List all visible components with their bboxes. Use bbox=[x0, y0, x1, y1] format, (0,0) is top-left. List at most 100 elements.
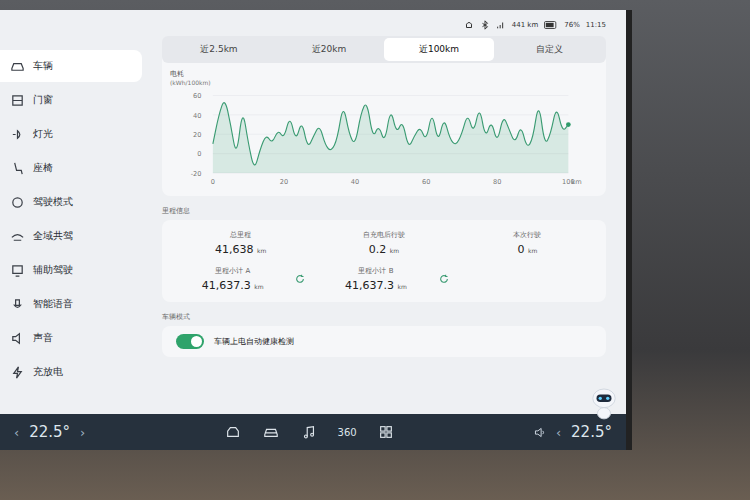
menu-icon bbox=[10, 59, 25, 74]
mileage-cell: 自充电后行驶 0.2 km bbox=[319, 230, 448, 256]
sidebar-item[interactable]: 辅助驾驶 bbox=[0, 254, 142, 286]
music-icon bbox=[301, 424, 317, 440]
menu-icon bbox=[10, 161, 25, 176]
mileage-cell: 里程小计 B 41,637.3 km bbox=[319, 266, 448, 292]
tab[interactable]: 近20km bbox=[274, 38, 384, 61]
sidebar-item[interactable]: 驾驶模式 bbox=[0, 186, 142, 218]
mileage-cell: 总里程 41,638 km bbox=[176, 230, 305, 256]
x-tick: 80 bbox=[493, 178, 501, 186]
series-point bbox=[566, 122, 571, 127]
y-tick: 60 bbox=[193, 92, 201, 100]
menu-icon bbox=[10, 331, 25, 346]
series-line bbox=[213, 103, 568, 165]
signal-icon bbox=[496, 20, 506, 30]
bluetooth-icon bbox=[480, 20, 490, 30]
toggle-label: 车辆上电自动健康检测 bbox=[214, 336, 294, 347]
x-tick: 40 bbox=[351, 178, 359, 186]
dock-item[interactable]: 360 bbox=[338, 423, 357, 441]
x-unit: km bbox=[571, 178, 581, 186]
y-tick: 40 bbox=[193, 112, 201, 120]
temp-down-button[interactable]: ‹ bbox=[556, 425, 561, 440]
sidebar-item[interactable]: 智能语音 bbox=[0, 288, 142, 320]
bottom-bar: ‹ 22.5° › 360 ‹ 22.5° bbox=[0, 414, 626, 450]
assistant-avatar[interactable] bbox=[590, 386, 618, 420]
car-front-icon bbox=[225, 424, 241, 440]
mileage-label: 总里程 bbox=[230, 230, 251, 240]
dock-item[interactable] bbox=[262, 423, 280, 441]
sidebar: 车辆 门窗 灯光 座椅 驾驶模式 全域共驾 辅助驾驶 智能语音 声音 充放电 bbox=[0, 10, 150, 414]
section-title: 车辆模式 bbox=[162, 312, 606, 322]
climate-right: ‹ 22.5° bbox=[533, 423, 612, 441]
tab[interactable]: 近100km bbox=[384, 38, 494, 61]
view360-label: 360 bbox=[338, 427, 357, 438]
mileage-value: 41,637.3 km bbox=[345, 279, 407, 292]
mileage-label: 里程小计 A bbox=[215, 266, 250, 276]
mileage-card: 总里程 41,638 km 自充电后行驶 0.2 km 本次行驶 0 km 里程… bbox=[162, 220, 606, 302]
menu-icon bbox=[10, 195, 25, 210]
sidebar-item[interactable]: 门窗 bbox=[0, 84, 142, 116]
screen: 车辆 门窗 灯光 座椅 驾驶模式 全域共驾 辅助驾驶 智能语音 声音 充放电 4… bbox=[0, 10, 632, 450]
y-tick: 20 bbox=[193, 131, 201, 139]
menu-icon bbox=[10, 365, 25, 380]
dock-item[interactable] bbox=[224, 423, 242, 441]
consumption-chart: 6040200-20020406080100km bbox=[170, 86, 598, 190]
tab[interactable]: 近2.5km bbox=[164, 38, 274, 61]
mileage-cell: 里程小计 A 41,637.3 km bbox=[176, 266, 305, 292]
content: 441 km 76% 11:15 近2.5km近20km近100km自定义 电耗… bbox=[150, 10, 626, 414]
consumption-card: 近2.5km近20km近100km自定义 电耗 (kWh/100km) 60 40… bbox=[162, 36, 606, 196]
climate-left: ‹ 22.5° › bbox=[14, 423, 85, 441]
reset-icon[interactable] bbox=[439, 274, 449, 284]
mileage-label: 自充电后行驶 bbox=[363, 230, 405, 240]
clock: 11:15 bbox=[586, 21, 606, 29]
x-tick: 20 bbox=[280, 178, 288, 186]
mileage-cell: 本次行驶 0 km bbox=[463, 230, 592, 256]
sidebar-item[interactable]: 车辆 bbox=[0, 50, 142, 82]
car-icon bbox=[263, 424, 279, 440]
battery-text: 76% bbox=[564, 21, 580, 29]
menu-icon bbox=[10, 229, 25, 244]
temp-right: 22.5° bbox=[571, 423, 612, 441]
apps-icon bbox=[378, 424, 394, 440]
menu-icon bbox=[10, 263, 25, 278]
car-display: 车辆 门窗 灯光 座椅 驾驶模式 全域共驾 辅助驾驶 智能语音 声音 充放电 4… bbox=[0, 0, 750, 500]
sidebar-item[interactable]: 全域共驾 bbox=[0, 220, 142, 252]
section-title: 里程信息 bbox=[162, 206, 606, 216]
chart-title: 电耗 bbox=[170, 69, 598, 79]
dock-item[interactable] bbox=[300, 423, 318, 441]
sidebar-item[interactable]: 声音 bbox=[0, 322, 142, 354]
dock: 360 bbox=[224, 423, 395, 441]
tab[interactable]: 自定义 bbox=[494, 38, 604, 61]
y-tick: -20 bbox=[191, 170, 202, 178]
x-tick: 60 bbox=[422, 178, 430, 186]
grid-line bbox=[213, 95, 568, 96]
volume-icon[interactable] bbox=[533, 426, 546, 439]
chart-unit: (kWh/100km) bbox=[170, 79, 598, 86]
dock-item[interactable] bbox=[377, 423, 395, 441]
temp-left: 22.5° bbox=[29, 423, 70, 441]
mileage-value: 0.2 km bbox=[369, 243, 399, 256]
sidebar-item[interactable]: 座椅 bbox=[0, 152, 142, 184]
series-area bbox=[213, 103, 568, 173]
mileage-label: 本次行驶 bbox=[513, 230, 541, 240]
y-tick: 0 bbox=[197, 150, 201, 158]
temp-up-button[interactable]: › bbox=[80, 425, 85, 440]
temp-down-button[interactable]: ‹ bbox=[14, 425, 19, 440]
sidebar-item[interactable]: 灯光 bbox=[0, 118, 142, 150]
menu-icon bbox=[10, 93, 25, 108]
mileage-value: 0 km bbox=[517, 243, 537, 256]
range-tabs: 近2.5km近20km近100km自定义 bbox=[162, 36, 606, 63]
reset-icon[interactable] bbox=[295, 274, 305, 284]
menu-icon bbox=[10, 127, 25, 142]
mileage-value: 41,638 km bbox=[215, 243, 266, 256]
sidebar-item[interactable]: 充放电 bbox=[0, 356, 142, 388]
status-bar: 441 km 76% 11:15 bbox=[162, 10, 606, 36]
robot-icon bbox=[590, 386, 618, 420]
mileage-value: 41,637.3 km bbox=[202, 279, 264, 292]
menu-icon bbox=[10, 297, 25, 312]
x-tick: 0 bbox=[211, 178, 215, 186]
health-check-row: 车辆上电自动健康检测 bbox=[162, 326, 606, 357]
toggle-switch[interactable] bbox=[176, 334, 204, 349]
battery-icon bbox=[544, 21, 558, 29]
mileage-label: 里程小计 B bbox=[358, 266, 393, 276]
range-text: 441 km bbox=[512, 21, 538, 29]
